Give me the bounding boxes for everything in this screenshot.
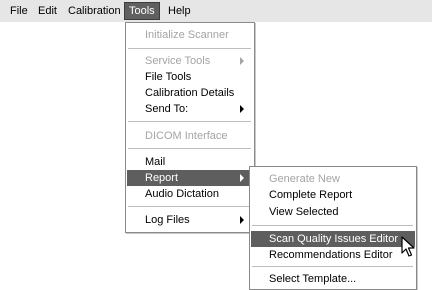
menu-item-calibration-details[interactable]: Calibration Details xyxy=(127,85,254,101)
menu-item-label: Send To: xyxy=(145,103,189,115)
menu-edit[interactable]: Edit xyxy=(34,3,61,19)
menu-separator xyxy=(128,206,251,207)
menu-item-scan-quality-issues-editor[interactable]: Scan Quality Issues Editor xyxy=(251,231,415,247)
menu-item-recommendations-editor[interactable]: Recommendations Editor xyxy=(251,247,415,263)
menu-item-initialize-scanner: Initialize Scanner xyxy=(145,29,229,41)
report-submenu: Generate New Complete Report View Select… xyxy=(249,166,417,290)
submenu-arrow-icon xyxy=(240,57,244,65)
menu-help[interactable]: Help xyxy=(164,3,195,19)
menu-item-generate-new: Generate New xyxy=(269,173,340,185)
menu-item-mail[interactable]: Mail xyxy=(127,154,254,170)
tools-menu: Initialize Scanner Service Tools File To… xyxy=(125,22,255,233)
menu-item-complete-report[interactable]: Complete Report xyxy=(251,187,415,203)
menu-separator xyxy=(128,48,251,49)
menu-separator xyxy=(252,225,413,226)
submenu-arrow-icon xyxy=(240,174,244,182)
menu-item-select-template[interactable]: Select Template... xyxy=(251,271,415,287)
menu-item-label: Service Tools xyxy=(145,55,211,67)
menu-item-send-to[interactable]: Send To: xyxy=(127,101,254,117)
menu-item-label: Log Files xyxy=(145,214,190,226)
menu-separator xyxy=(252,266,413,267)
menu-bar: File Edit Calibration Tools Help xyxy=(0,0,432,22)
submenu-arrow-icon xyxy=(240,216,244,224)
menu-item-log-files[interactable]: Log Files xyxy=(127,212,254,228)
submenu-arrow-icon xyxy=(240,105,244,113)
menu-item-dicom-interface: DICOM Interface xyxy=(145,130,228,142)
menu-item-service-tools: Service Tools xyxy=(127,53,254,69)
menu-separator xyxy=(128,121,251,122)
menu-calibration[interactable]: Calibration xyxy=(64,3,125,19)
menu-separator xyxy=(128,148,251,149)
menu-item-label: Report xyxy=(145,172,179,184)
menu-item-report[interactable]: Report xyxy=(127,170,253,186)
menu-tools[interactable]: Tools xyxy=(124,2,160,20)
arrow-pointer-icon xyxy=(401,236,415,257)
menu-file[interactable]: File xyxy=(6,3,32,19)
menu-item-audio-dictation[interactable]: Audio Dictation xyxy=(127,186,254,202)
menu-item-view-selected[interactable]: View Selected xyxy=(251,204,415,220)
menu-item-file-tools[interactable]: File Tools xyxy=(127,69,254,85)
